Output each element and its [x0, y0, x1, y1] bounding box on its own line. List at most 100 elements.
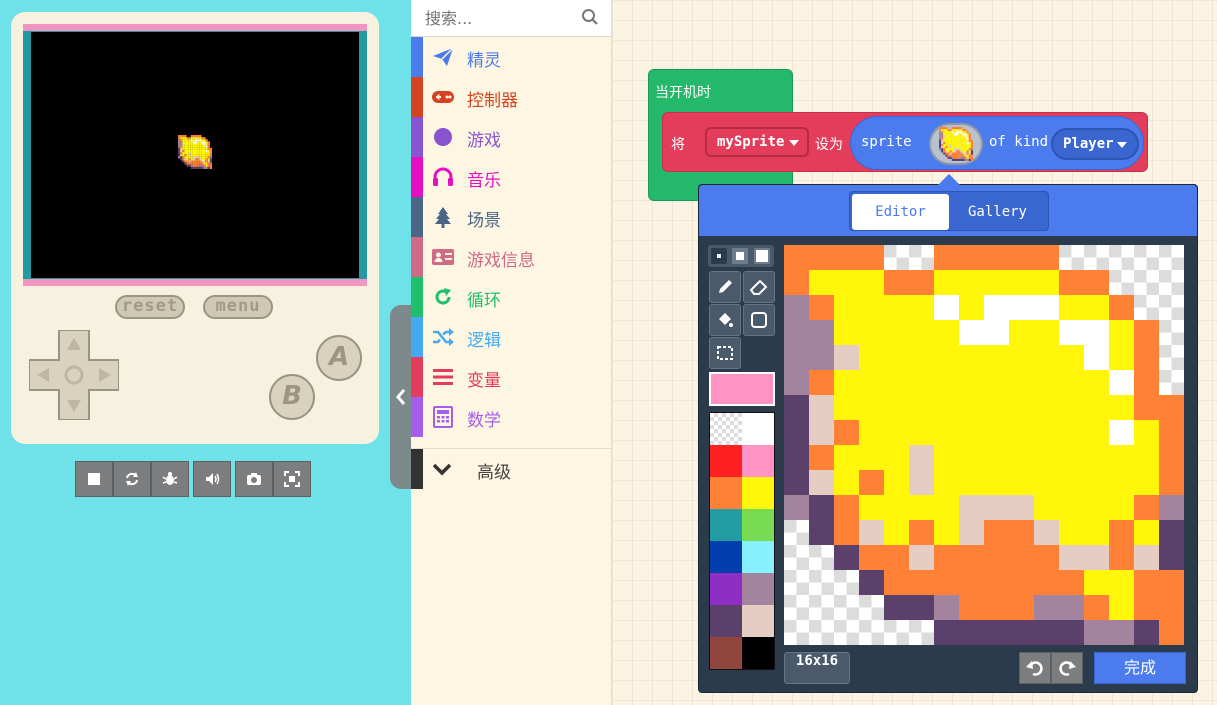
- category-item[interactable]: 循环: [411, 277, 611, 317]
- id-card-icon: [431, 246, 455, 268]
- dropdown-arrow-icon: [1117, 142, 1127, 148]
- menu-button[interactable]: menu: [203, 295, 273, 319]
- category-item[interactable]: 精灵: [411, 37, 611, 77]
- set-variable-block[interactable]: 将 mySprite 设为 sprite of kind Player: [662, 112, 1148, 172]
- color-palette: [709, 412, 775, 670]
- calculator-icon: [431, 406, 455, 428]
- screen-frame: [23, 24, 367, 286]
- category-item[interactable]: 场景: [411, 197, 611, 237]
- editor-header: Editor Gallery: [699, 185, 1197, 236]
- dpad[interactable]: [28, 329, 120, 421]
- canvas-size-button[interactable]: 16x16: [784, 652, 850, 684]
- category-item[interactable]: 控制器: [411, 77, 611, 117]
- category-label: 数学: [467, 411, 501, 431]
- brush-size-medium[interactable]: [732, 248, 748, 264]
- category-label: 循环: [467, 291, 501, 311]
- redo-icon: [1059, 661, 1076, 676]
- palette-swatch[interactable]: [742, 573, 774, 605]
- brush-size-small[interactable]: [711, 248, 727, 264]
- palette-swatch[interactable]: [742, 509, 774, 541]
- redo-button[interactable]: [1051, 652, 1083, 684]
- sound-icon[interactable]: [193, 461, 231, 497]
- palette-swatch[interactable]: [742, 605, 774, 637]
- category-label: 音乐: [467, 171, 501, 191]
- a-button[interactable]: A: [316, 335, 362, 381]
- palette-swatch[interactable]: [742, 445, 774, 477]
- tab-gallery[interactable]: Gallery: [949, 194, 1046, 230]
- pencil-tool[interactable]: [709, 271, 741, 303]
- category-color-bar: [411, 37, 423, 77]
- debug-icon[interactable]: [151, 461, 189, 497]
- category-item[interactable]: 游戏信息: [411, 237, 611, 277]
- current-color-swatch[interactable]: [709, 372, 775, 406]
- brush-size-large[interactable]: [754, 248, 770, 264]
- palette-swatch[interactable]: [710, 445, 742, 477]
- editor-tabs: Editor Gallery: [849, 191, 1049, 231]
- category-item[interactable]: 数学: [411, 397, 611, 437]
- category-label: 控制器: [467, 91, 518, 111]
- category-color-bar: [411, 317, 423, 357]
- kind-value: Player: [1063, 136, 1114, 152]
- stop-icon[interactable]: [75, 461, 113, 497]
- b-button[interactable]: B: [269, 374, 315, 420]
- sprite-of-kind-block[interactable]: sprite of kind Player: [850, 116, 1144, 170]
- search-input[interactable]: [425, 6, 575, 30]
- category-item[interactable]: 逻辑: [411, 317, 611, 357]
- collapse-simulator-toggle[interactable]: [390, 305, 412, 489]
- category-label: 变量: [467, 371, 501, 391]
- palette-swatch[interactable]: [710, 637, 742, 669]
- undo-button[interactable]: [1019, 652, 1051, 684]
- palette-swatch[interactable]: [710, 605, 742, 637]
- palette-swatch[interactable]: [710, 573, 742, 605]
- category-advanced[interactable]: 高级: [411, 448, 611, 489]
- category-label: 游戏信息: [467, 251, 535, 271]
- category-color-bar: [411, 357, 423, 397]
- sprite-image-field[interactable]: [929, 123, 983, 165]
- palette-swatch[interactable]: [742, 413, 774, 445]
- brush-size-toggle[interactable]: [708, 245, 774, 267]
- sprite-label: sprite: [861, 134, 912, 150]
- eraser-icon: [749, 279, 768, 295]
- category-color-bar: [411, 277, 423, 317]
- palette-swatch[interactable]: [742, 637, 774, 669]
- category-item[interactable]: 游戏: [411, 117, 611, 157]
- palette-swatch[interactable]: [710, 541, 742, 573]
- select-icon: [717, 346, 733, 360]
- variable-dropdown[interactable]: mySprite: [705, 127, 809, 157]
- category-color-bar: [411, 157, 423, 197]
- search-box: [411, 0, 611, 37]
- sprite-editor: Editor Gallery 16x16 完成: [698, 174, 1198, 693]
- category-label: 高级: [477, 463, 511, 483]
- palette-swatch[interactable]: [710, 509, 742, 541]
- palette-swatch[interactable]: [710, 413, 742, 445]
- tab-editor[interactable]: Editor: [852, 194, 949, 230]
- reset-button[interactable]: reset: [115, 295, 185, 319]
- toolbox: 精灵控制器游戏音乐场景游戏信息循环逻辑变量数学 高级: [411, 0, 612, 705]
- gamepad-icon: [431, 86, 455, 108]
- category-label: 精灵: [467, 51, 501, 71]
- marquee-tool[interactable]: [709, 337, 741, 369]
- rectangle-tool[interactable]: [743, 304, 775, 336]
- category-color-bar: [411, 117, 423, 157]
- palette-swatch[interactable]: [742, 541, 774, 573]
- screenshot-icon[interactable]: [235, 461, 273, 497]
- fullscreen-icon[interactable]: [273, 461, 311, 497]
- done-button[interactable]: 完成: [1094, 652, 1186, 684]
- eraser-tool[interactable]: [743, 271, 775, 303]
- palette-swatch[interactable]: [742, 477, 774, 509]
- game-screen[interactable]: [31, 32, 359, 278]
- to-label: 设为: [815, 137, 843, 153]
- simulator-pane: reset menu A B: [0, 0, 412, 705]
- category-item[interactable]: 音乐: [411, 157, 611, 197]
- category-item[interactable]: 变量: [411, 357, 611, 397]
- restart-icon[interactable]: [113, 461, 151, 497]
- kind-dropdown[interactable]: Player: [1051, 128, 1139, 160]
- pencil-icon: [719, 280, 732, 293]
- search-icon[interactable]: [581, 8, 599, 30]
- loop-icon: [431, 286, 455, 308]
- category-label: 场景: [467, 211, 501, 231]
- fill-tool[interactable]: [709, 304, 741, 336]
- category-color-bar: [411, 77, 423, 117]
- pixel-canvas[interactable]: [784, 245, 1184, 645]
- palette-swatch[interactable]: [710, 477, 742, 509]
